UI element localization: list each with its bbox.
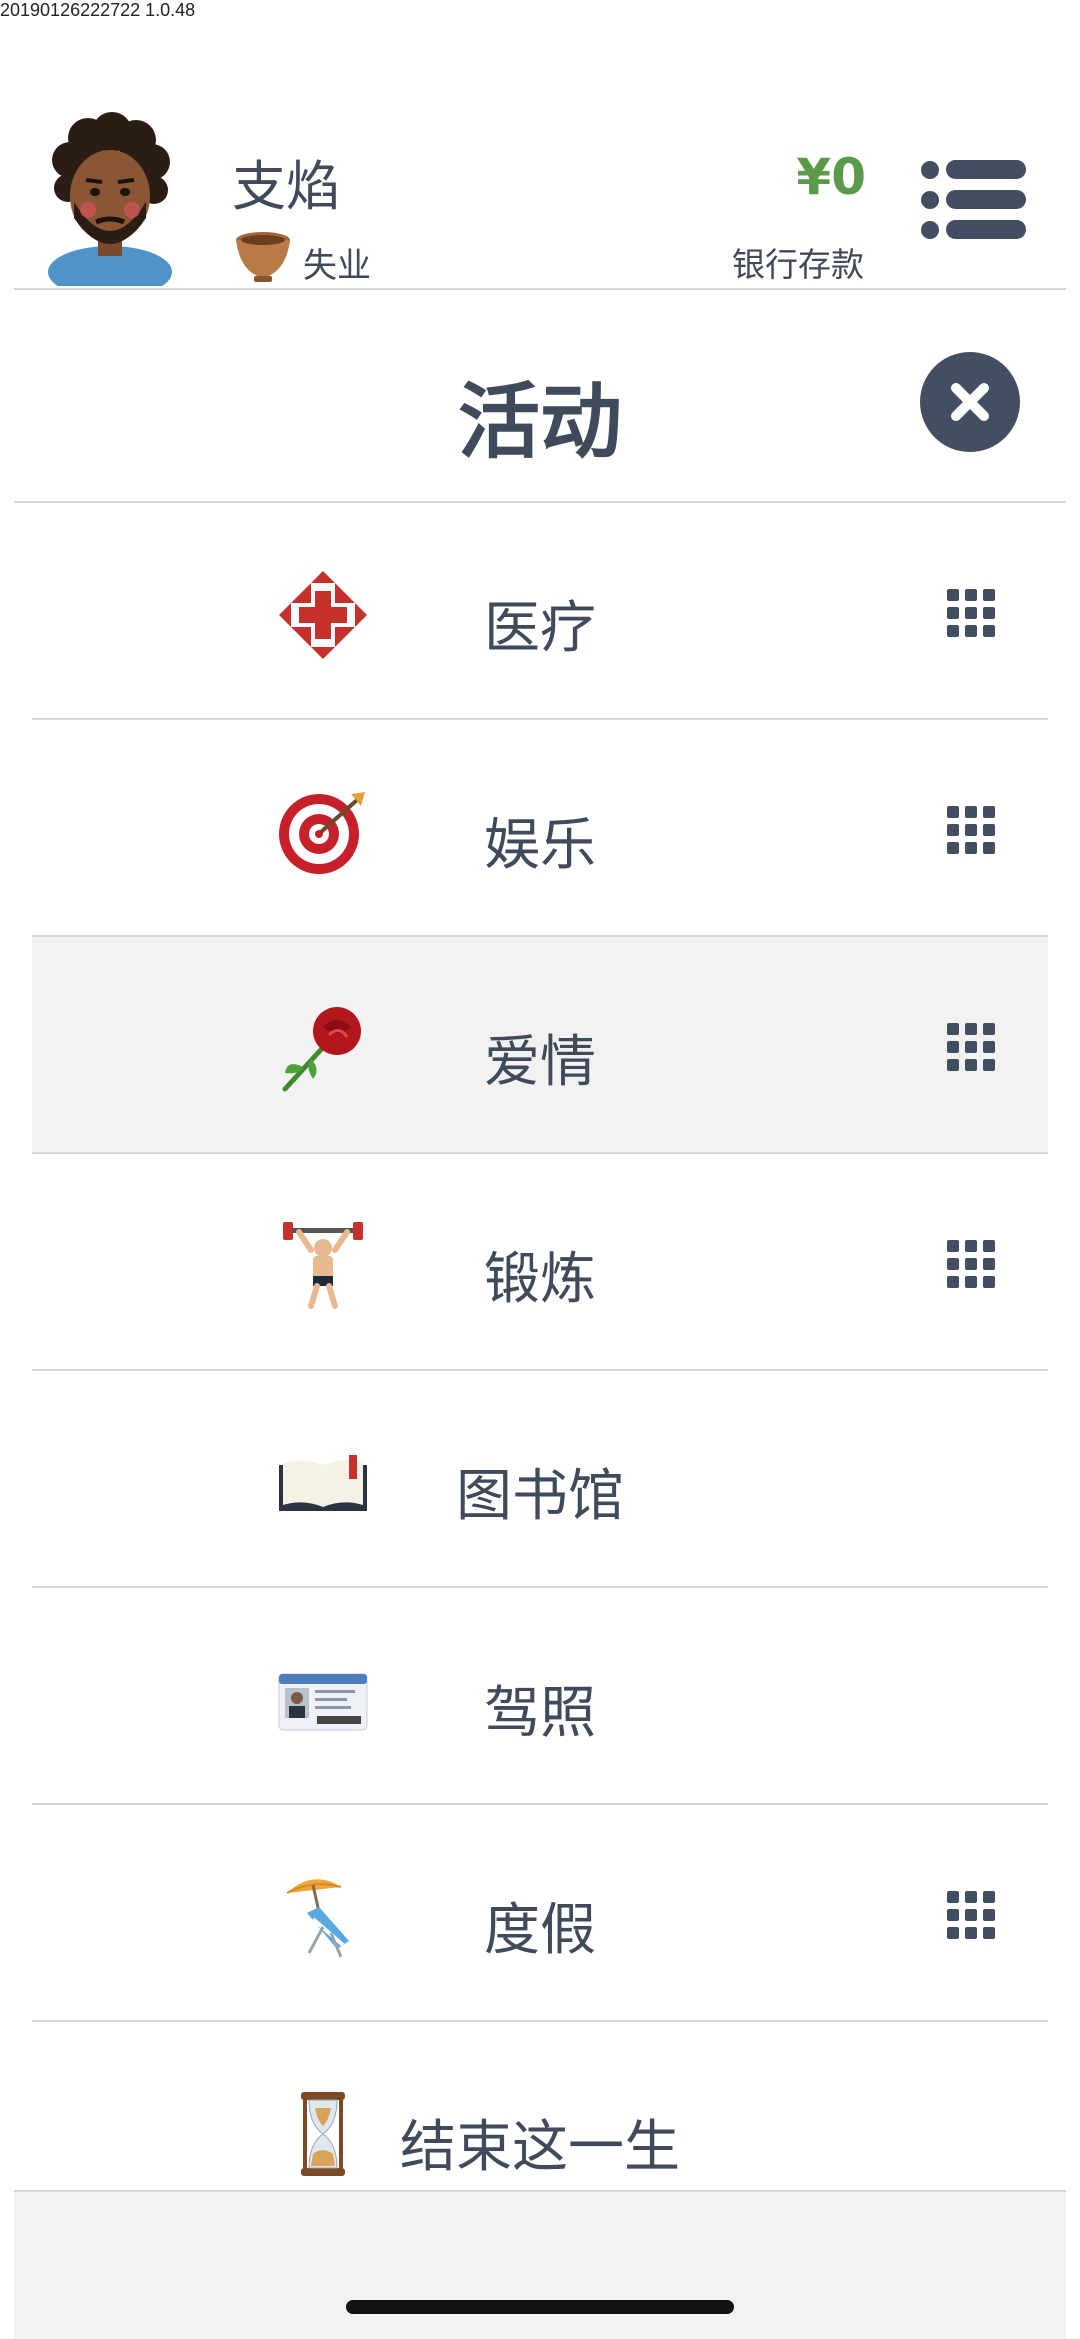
grid-icon[interactable] — [947, 1240, 995, 1288]
header-divider — [14, 288, 1066, 290]
panel-title: 活动 — [457, 375, 622, 470]
activity-item-library[interactable]: 图书馆 — [32, 1371, 1048, 1588]
status-header: 支焰 失业 ¥0 银行存款 — [0, 100, 1080, 290]
activity-label: 度假 — [484, 1898, 596, 1963]
bowl-icon — [236, 232, 290, 282]
activity-item-exercise[interactable]: 锻炼 — [32, 1154, 1048, 1371]
home-indicator[interactable] — [346, 2300, 734, 2314]
version-text: 20190126222722 1.0.48 — [0, 0, 196, 20]
activity-item-vacation[interactable]: 度假 — [32, 1805, 1048, 2022]
bank-balance: ¥0 — [796, 148, 866, 206]
activity-label: 医疗 — [484, 596, 596, 661]
activity-list: 医疗 娱乐 爱情 锻炼 图书馆 驾照 度假 结束这一生 — [32, 503, 1048, 2222]
grid-icon[interactable] — [947, 589, 995, 637]
activity-item-love[interactable]: 爱情 — [32, 937, 1048, 1154]
close-icon — [951, 383, 989, 421]
menu-icon[interactable] — [920, 160, 1026, 240]
bank-balance-label: 银行存款 — [732, 245, 864, 284]
avatar[interactable] — [40, 110, 180, 286]
activity-label: 结束这一生 — [400, 2115, 680, 2180]
activity-label: 爱情 — [484, 1030, 596, 1095]
bottom-bar — [14, 2190, 1066, 2339]
activity-item-entertainment[interactable]: 娱乐 — [32, 720, 1048, 937]
activity-label: 锻炼 — [484, 1247, 596, 1312]
grid-icon[interactable] — [947, 1891, 995, 1939]
character-name: 支焰 — [232, 155, 340, 218]
grid-icon[interactable] — [947, 806, 995, 854]
activity-label: 驾照 — [484, 1681, 596, 1746]
activity-label: 娱乐 — [484, 813, 596, 878]
job-status: 失业 — [303, 246, 371, 286]
activity-item-medical[interactable]: 医疗 — [32, 503, 1048, 720]
activity-label: 图书馆 — [456, 1464, 624, 1529]
close-button[interactable] — [920, 352, 1020, 452]
grid-icon[interactable] — [947, 1023, 995, 1071]
activity-item-driver-license[interactable]: 驾照 — [32, 1588, 1048, 1805]
